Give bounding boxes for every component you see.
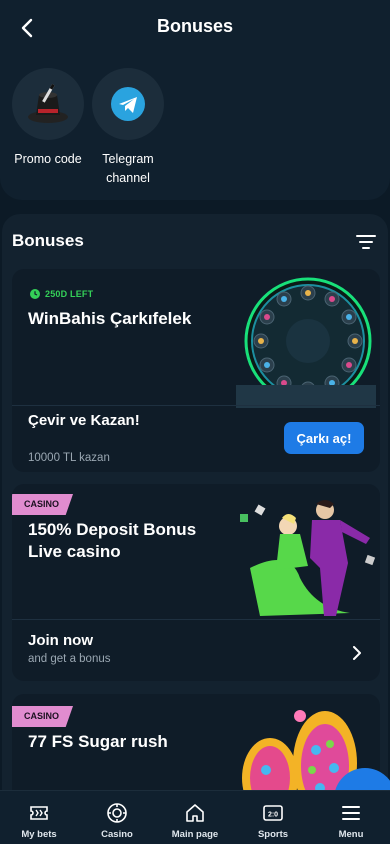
header: Bonuses Promo code Telegram channel: [0, 0, 390, 200]
card-title: WinBahis Çarkıfelek: [28, 309, 192, 328]
bottom-nav: My bets Casino Main page 2:0 Sports Menu: [0, 790, 390, 844]
telegram-icon-circle: [92, 68, 164, 140]
timer-badge: 250D LEFT: [30, 289, 93, 299]
nav-label: Menu: [338, 829, 364, 840]
nav-label: Sports: [257, 829, 289, 840]
filter-icon[interactable]: [356, 234, 376, 250]
bonus-card-wheel[interactable]: 250D LEFT WinBahis Çarkıfelek Çevir ve K…: [12, 269, 380, 472]
nav-main-page[interactable]: Main page: [156, 791, 234, 844]
bonuses-section: Bonuses 250D LEFT WinBahis Çarkıfelek Çe…: [2, 214, 388, 814]
telegram-channel-label: Telegram channel: [102, 152, 154, 185]
promo-code-button[interactable]: Promo code: [3, 68, 93, 169]
card-subtitle: Çevir ve Kazan!: [28, 412, 140, 429]
card-divider: [12, 619, 380, 620]
fortune-wheel-image: [236, 277, 376, 408]
nav-label: Casino: [101, 829, 133, 840]
casino-tag: CASINO: [12, 706, 74, 727]
bonus-card-live-casino[interactable]: CASINO 150% Deposit Bonus Live casino Jo…: [12, 484, 380, 681]
promo-code-label: Promo code: [14, 152, 82, 166]
timer-text: 250D LEFT: [45, 289, 94, 299]
nav-casino[interactable]: Casino: [78, 791, 156, 844]
join-now-subtext: and get a bonus: [28, 653, 111, 665]
nav-my-bets[interactable]: My bets: [0, 791, 78, 844]
telegram-icon: [111, 87, 145, 121]
casino-tag: CASINO: [12, 494, 74, 515]
nav-menu[interactable]: Menu: [312, 791, 390, 844]
card-title-line2: Live casino: [28, 542, 121, 561]
ticket-icon: [30, 806, 48, 820]
page-title: Bonuses: [156, 16, 234, 36]
open-wheel-button[interactable]: Çarkı aç!: [284, 422, 364, 454]
join-now-label: Join now: [28, 632, 93, 649]
magic-hat-icon: [28, 83, 68, 123]
casino-chip-icon: [107, 803, 127, 823]
dancing-couple-image: [230, 488, 380, 618]
nav-label: Main page: [171, 829, 219, 840]
nav-label: My bets: [21, 829, 57, 840]
clock-icon: [30, 289, 40, 299]
section-title: Bonuses: [12, 231, 84, 250]
chevron-right-icon[interactable]: [352, 646, 362, 660]
card-title: 77 FS Sugar rush: [28, 732, 168, 751]
scoreboard-icon: 2:0: [263, 805, 283, 821]
card-note: 10000 TL kazan: [28, 452, 110, 464]
svg-text:2:0: 2:0: [268, 812, 278, 819]
card-title-line1: 150% Deposit Bonus: [28, 520, 197, 539]
card-divider: [12, 405, 380, 406]
hamburger-icon: [342, 806, 360, 820]
promo-code-icon-circle: [12, 68, 84, 140]
telegram-channel-button[interactable]: Telegram channel: [83, 68, 173, 188]
nav-sports[interactable]: 2:0 Sports: [234, 791, 312, 844]
home-icon: [186, 804, 204, 822]
